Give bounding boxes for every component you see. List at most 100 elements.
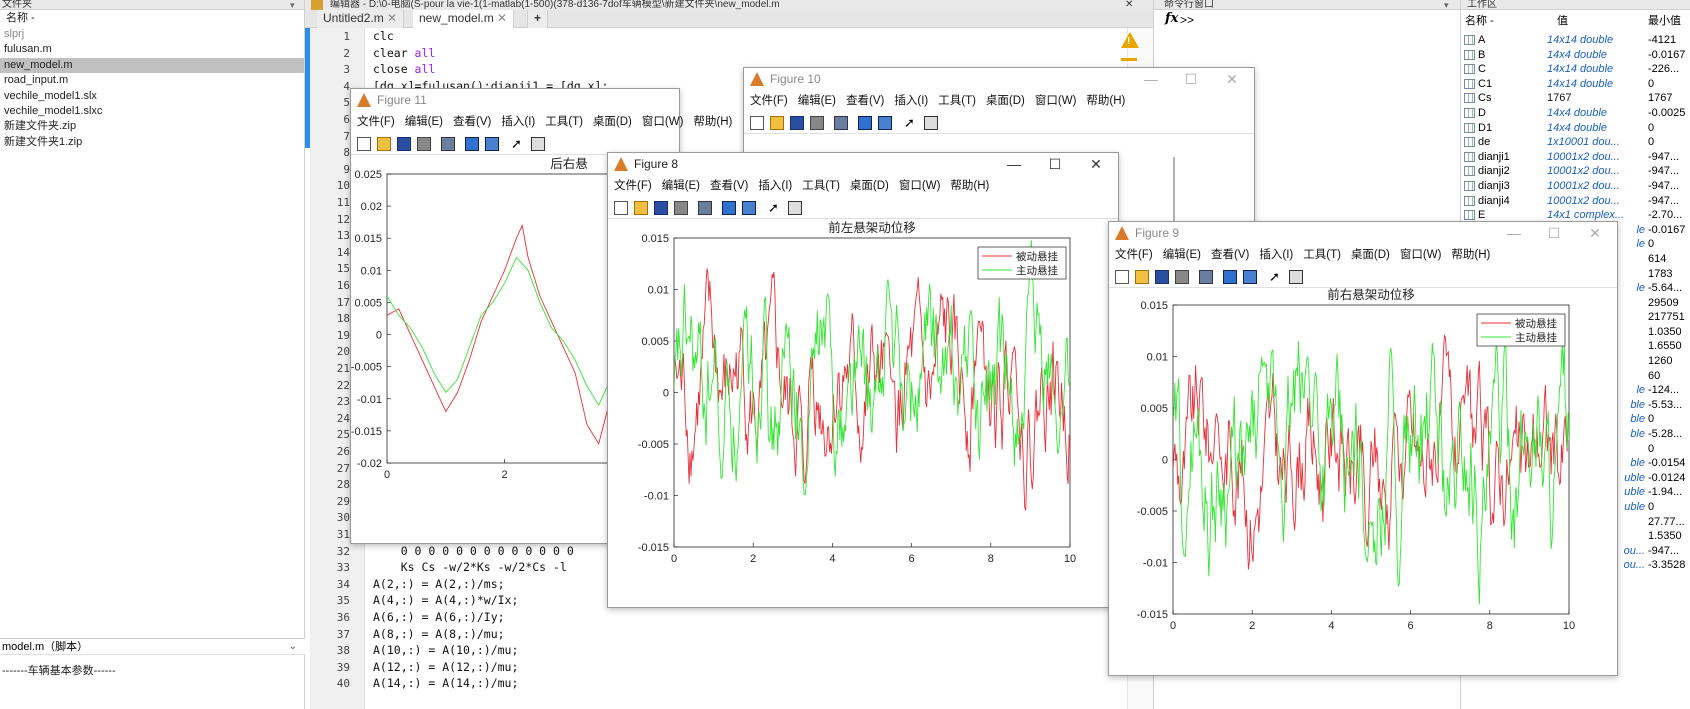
- legend-icon[interactable]: [742, 201, 756, 215]
- close-button[interactable]: ✕: [1222, 71, 1242, 88]
- colorbar-icon[interactable]: [1223, 270, 1237, 284]
- axes[interactable]: 0.0150.010.0050-0.005-0.01-0.0150 2 4 6 8 10前…: [638, 220, 1076, 565]
- menu-item[interactable]: 编辑(E): [405, 116, 443, 128]
- chevron-down-icon[interactable]: ▾: [290, 0, 302, 10]
- close-icon[interactable]: ✕: [497, 11, 507, 25]
- menu-item[interactable]: 帮助(H): [950, 180, 989, 192]
- workspace-variable-row[interactable]: dianji2 10001x2 dou... -947...: [1461, 164, 1690, 179]
- menu-item[interactable]: 查看(V): [846, 95, 884, 107]
- menu-item[interactable]: 工具(T): [545, 116, 583, 128]
- colorbar-icon[interactable]: [465, 137, 479, 151]
- workspace-variable-row[interactable]: D 14x4 double -0.0025: [1461, 106, 1690, 121]
- menu-item[interactable]: 插入(I): [501, 116, 535, 128]
- menu-item[interactable]: 桌面(D): [593, 116, 632, 128]
- link-plot-icon[interactable]: [441, 137, 455, 151]
- file-item[interactable]: vechile_model1.slx: [0, 89, 304, 104]
- link-plot-icon[interactable]: [834, 116, 848, 130]
- menu-item[interactable]: 帮助(H): [693, 116, 732, 128]
- new-figure-icon[interactable]: [357, 137, 371, 151]
- plot-canvas[interactable]: 0.0150.010.0050-0.005-0.01-0.0150 2 4 6 8 10前…: [608, 219, 1120, 609]
- maximize-button[interactable]: ☐: [1181, 71, 1201, 88]
- code-line[interactable]: 0 0 0 0 0 0 0 0 0 0 0 0 0: [373, 544, 574, 558]
- file-item[interactable]: 新建文件夹.zip: [0, 119, 304, 134]
- menu-item[interactable]: 文件(F): [1115, 249, 1153, 261]
- open-file-icon[interactable]: [634, 201, 648, 215]
- close-button[interactable]: ✕: [1585, 225, 1605, 242]
- menu-item[interactable]: 插入(I): [894, 95, 928, 107]
- maximize-button[interactable]: ☐: [1544, 225, 1564, 242]
- pointer-icon[interactable]: ➚: [511, 137, 525, 151]
- tab-new-model[interactable]: new_model.m ✕: [413, 10, 515, 28]
- chevron-down-icon[interactable]: ⌄: [289, 639, 297, 655]
- property-editor-icon[interactable]: [531, 137, 545, 151]
- menu-item[interactable]: 工具(T): [802, 180, 840, 192]
- tab-untitled2[interactable]: Untitled2.m ✕: [317, 10, 405, 28]
- workspace-variable-row[interactable]: Cs 1767 1767: [1461, 91, 1690, 106]
- file-item[interactable]: slprj: [0, 27, 304, 42]
- menu-item[interactable]: 窗口(W): [1035, 95, 1077, 107]
- colorbar-icon[interactable]: [858, 116, 872, 130]
- close-icon[interactable]: ✕: [1125, 0, 1133, 10]
- close-icon[interactable]: ✕: [387, 11, 397, 25]
- legend-icon[interactable]: [878, 116, 892, 130]
- menu-item[interactable]: 桌面(D): [986, 95, 1025, 107]
- menu-item[interactable]: 文件(F): [357, 116, 395, 128]
- menu-item[interactable]: 查看(V): [453, 116, 491, 128]
- figure-titlebar[interactable]: Figure 8 — ☐ ✕: [608, 153, 1118, 175]
- pointer-icon[interactable]: ➚: [768, 201, 782, 215]
- print-icon[interactable]: [1175, 270, 1189, 284]
- minimize-button[interactable]: —: [1504, 225, 1524, 241]
- new-figure-icon[interactable]: [1115, 270, 1129, 284]
- new-figure-icon[interactable]: [750, 116, 764, 130]
- figure-titlebar[interactable]: Figure 9 — ☐ ✕: [1109, 222, 1617, 244]
- menu-item[interactable]: 编辑(E): [1163, 249, 1201, 261]
- workspace-variable-row[interactable]: dianji4 10001x2 dou... -947...: [1461, 194, 1690, 209]
- ws-col-value[interactable]: 值: [1557, 13, 1568, 30]
- code-line[interactable]: clc: [373, 29, 394, 43]
- legend[interactable]: 被动悬挂主动悬挂: [1476, 313, 1566, 347]
- code-line[interactable]: A(4,:) = A(4,:)*w/Ix;: [373, 593, 518, 607]
- save-icon[interactable]: [397, 137, 411, 151]
- warning-marker[interactable]: [1121, 58, 1137, 61]
- open-file-icon[interactable]: [770, 116, 784, 130]
- code-line[interactable]: A(12,:) = A(12,:)/mu;: [373, 660, 518, 674]
- menu-item[interactable]: 文件(F): [614, 180, 652, 192]
- code-line[interactable]: A(8,:) = A(8,:)/mu;: [373, 627, 505, 641]
- workspace-variable-row[interactable]: C1 14x14 double 0: [1461, 77, 1690, 92]
- menu-item[interactable]: 窗口(W): [899, 180, 941, 192]
- maximize-button[interactable]: ☐: [1045, 156, 1065, 173]
- menu-item[interactable]: 工具(T): [1303, 249, 1341, 261]
- menu-item[interactable]: 工具(T): [938, 95, 976, 107]
- menu-item[interactable]: 窗口(W): [1400, 249, 1442, 261]
- menu-item[interactable]: 插入(I): [1259, 249, 1293, 261]
- chevron-down-icon[interactable]: ▾: [1444, 0, 1449, 11]
- figure-9-window[interactable]: Figure 9 — ☐ ✕ 文件(F) 编辑(E) 查看(V) 插入(I) 工具(T)…: [1108, 221, 1618, 676]
- minimize-button[interactable]: —: [1141, 71, 1161, 87]
- new-figure-icon[interactable]: [614, 201, 628, 215]
- close-button[interactable]: ✕: [1086, 156, 1106, 173]
- pointer-icon[interactable]: ➚: [1269, 270, 1283, 284]
- save-icon[interactable]: [654, 201, 668, 215]
- minimize-button[interactable]: —: [1004, 156, 1024, 172]
- property-editor-icon[interactable]: [1289, 270, 1303, 284]
- file-item[interactable]: fulusan.m: [0, 42, 304, 57]
- fx-icon[interactable]: fx: [1165, 11, 1178, 26]
- figure-titlebar[interactable]: Figure 11: [351, 89, 679, 111]
- link-plot-icon[interactable]: [1199, 270, 1213, 284]
- print-icon[interactable]: [810, 116, 824, 130]
- menu-item[interactable]: 桌面(D): [1351, 249, 1390, 261]
- figure-8-window[interactable]: Figure 8 — ☐ ✕ 文件(F) 编辑(E) 查看(V) 插入(I) 工具(T)…: [607, 152, 1119, 608]
- menu-item[interactable]: 查看(V): [710, 180, 748, 192]
- colorbar-icon[interactable]: [722, 201, 736, 215]
- workspace-variable-row[interactable]: A 14x14 double -4121: [1461, 33, 1690, 48]
- open-file-icon[interactable]: [377, 137, 391, 151]
- menu-item[interactable]: 窗口(W): [642, 116, 684, 128]
- print-icon[interactable]: [674, 201, 688, 215]
- workspace-variable-row[interactable]: de 1x10001 dou... 0: [1461, 135, 1690, 150]
- menu-item[interactable]: 编辑(E): [662, 180, 700, 192]
- save-icon[interactable]: [1155, 270, 1169, 284]
- axes[interactable]: 0.0150.010.0050-0.005-0.01-0.0150 2 4 6 8 10前…: [1137, 288, 1575, 632]
- menu-item[interactable]: 文件(F): [750, 95, 788, 107]
- menu-item[interactable]: 帮助(H): [1451, 249, 1490, 261]
- code-line[interactable]: clear all: [373, 46, 435, 60]
